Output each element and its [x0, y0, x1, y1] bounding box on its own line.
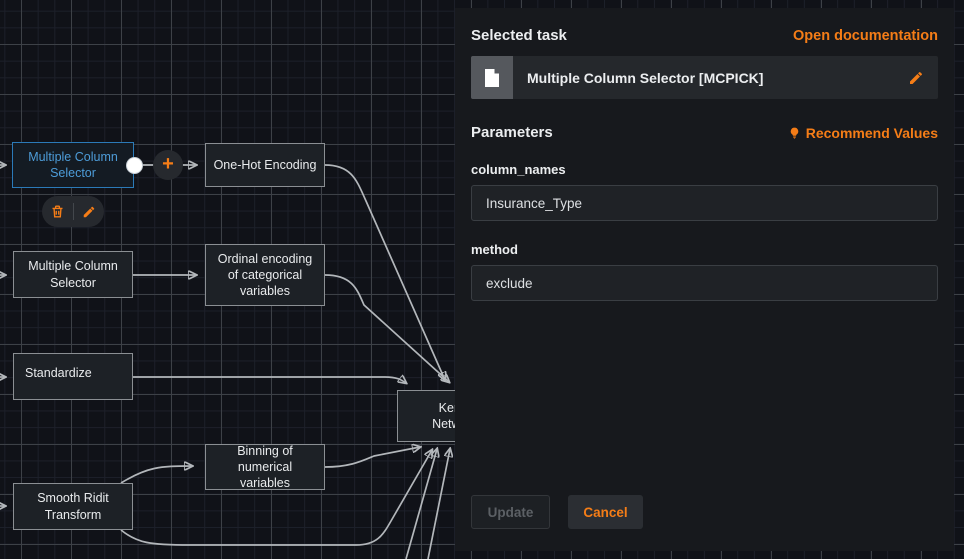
node-standardize[interactable]: Standardize [13, 353, 133, 400]
column-names-input[interactable]: Insurance_Type [471, 185, 938, 221]
column-names-label: column_names [471, 162, 938, 177]
node-one-hot-encoding[interactable]: One-Hot Encoding [205, 143, 325, 187]
update-button[interactable]: Update [471, 495, 550, 529]
edge [325, 165, 445, 380]
edge [133, 377, 406, 383]
node-toolbar [42, 196, 104, 227]
trash-icon[interactable] [50, 204, 65, 219]
node-label: Smooth Ridit Transform [20, 490, 126, 523]
edge [428, 449, 450, 559]
recommend-values-link[interactable]: Recommend Values [788, 125, 938, 141]
add-node-button[interactable]: + [153, 150, 183, 180]
open-documentation-link[interactable]: Open documentation [793, 28, 938, 44]
selected-task-card[interactable]: Multiple Column Selector [MCPICK] [471, 56, 938, 99]
node-multiple-column-selector-2[interactable]: Multiple Column Selector [13, 251, 133, 298]
method-input[interactable]: exclude [471, 265, 938, 301]
node-label: Binning of numerical variables [212, 443, 318, 492]
node-binning[interactable]: Binning of numerical variables [205, 444, 325, 490]
node-ordinal-encoding[interactable]: Ordinal encoding of categorical variable… [205, 244, 325, 306]
node-label: Standardize [25, 365, 92, 381]
method-label: method [471, 242, 938, 257]
node-multiple-column-selector-1[interactable]: Multiple Column Selector [12, 142, 134, 188]
output-port[interactable] [126, 157, 143, 174]
node-label: Multiple Column Selector [20, 258, 126, 291]
panel-title: Selected task [471, 27, 567, 44]
task-detail-panel: Selected task Open documentation Multipl… [455, 8, 954, 551]
edge [406, 449, 437, 559]
edge [325, 275, 449, 382]
selected-task-title: Multiple Column Selector [MCPICK] [513, 70, 908, 86]
node-label: One-Hot Encoding [214, 157, 317, 173]
panel-actions: Update Cancel [471, 495, 643, 529]
document-icon [471, 56, 513, 99]
node-label: Ordinal encoding of categorical variable… [212, 251, 318, 300]
node-label: Multiple Column Selector [19, 149, 127, 182]
edge [325, 447, 420, 467]
edge [121, 466, 192, 483]
pencil-icon[interactable] [82, 205, 96, 219]
panel-header: Selected task Open documentation [471, 27, 938, 44]
toolbar-divider [73, 203, 74, 220]
recommend-values-label: Recommend Values [806, 125, 938, 141]
node-smooth-ridit-transform[interactable]: Smooth Ridit Transform [13, 483, 133, 530]
parameters-title: Parameters [471, 124, 553, 141]
cancel-button[interactable]: Cancel [568, 495, 643, 529]
parameters-header: Parameters Recommend Values [471, 124, 938, 141]
pencil-icon[interactable] [908, 70, 938, 86]
lightbulb-icon [788, 125, 801, 141]
